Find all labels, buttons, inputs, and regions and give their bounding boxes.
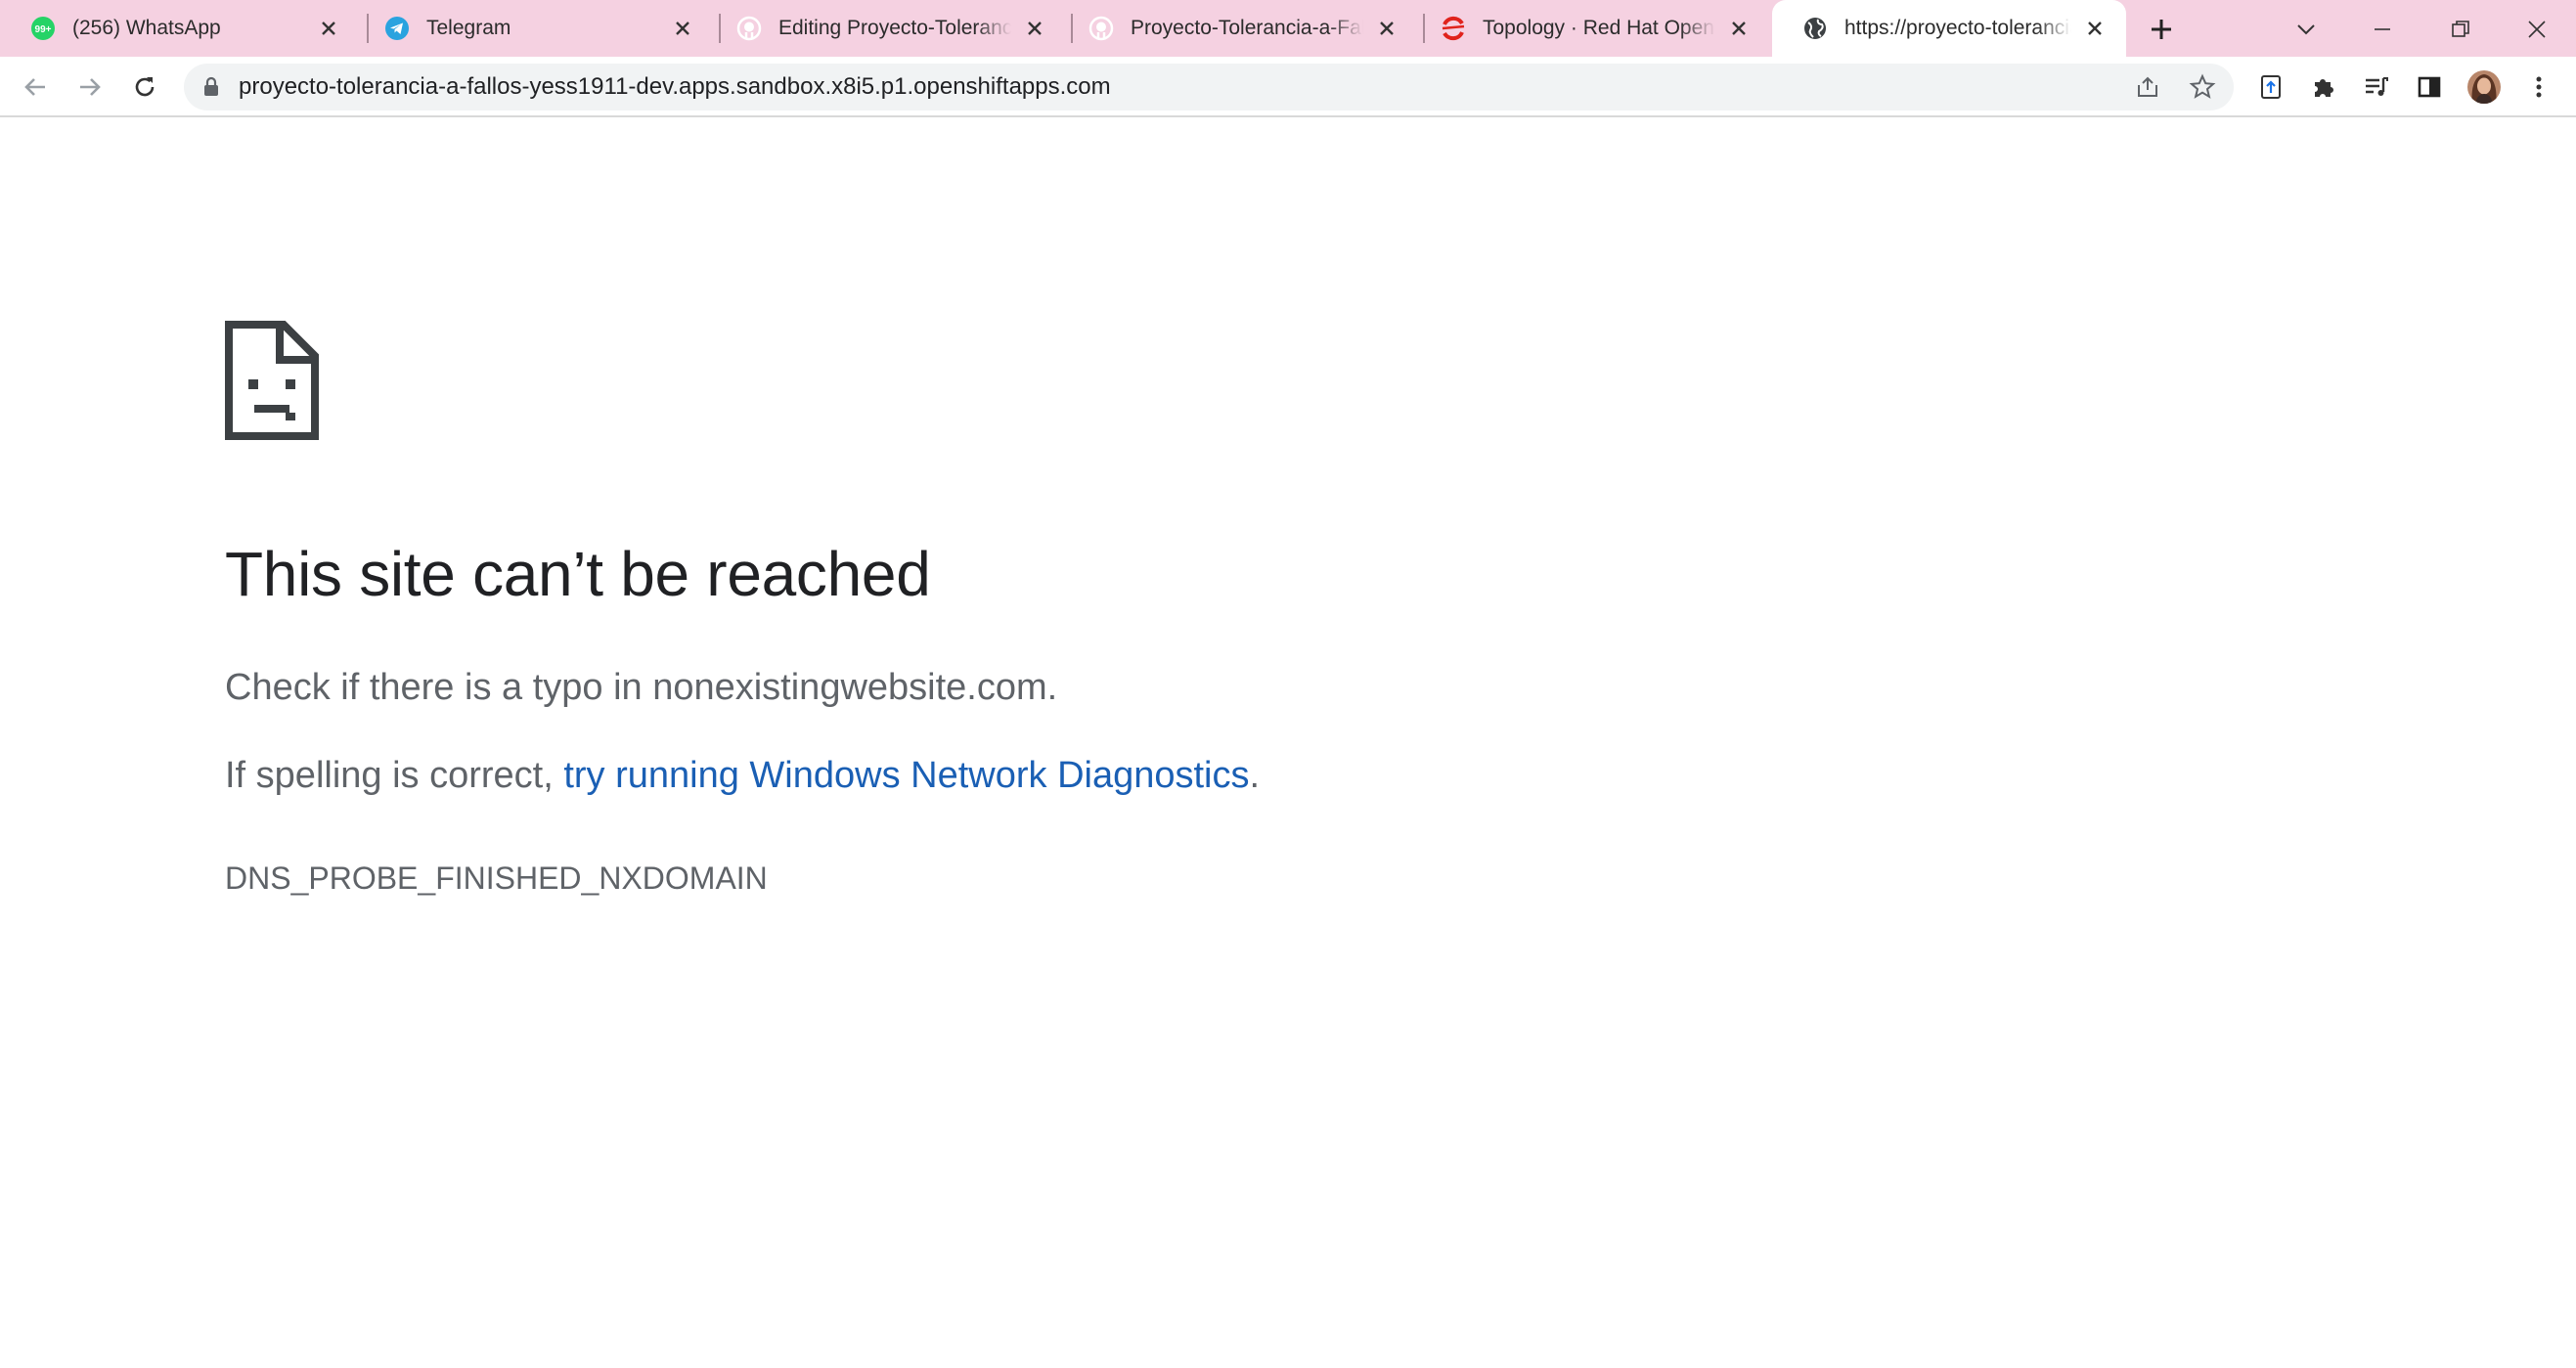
tab-title: https://proyecto-tolerancia-a-fallos <box>1844 17 2071 39</box>
error-title: This site can’t be reached <box>225 539 931 609</box>
tab-strip: 99+ (256) WhatsApp Telegram Editing Proy… <box>0 0 2576 57</box>
error-typo-hint: Check if there is a typo in nonexistingw… <box>225 667 1058 708</box>
minimize-icon[interactable] <box>2361 8 2404 51</box>
lock-icon[interactable] <box>198 73 225 101</box>
reload-button[interactable] <box>123 66 166 109</box>
close-tab-icon[interactable] <box>1373 15 1400 42</box>
tab-title: Proyecto-Tolerancia-a-Fallos <box>1131 17 1363 39</box>
browser-toolbar <box>0 57 2576 117</box>
close-window-icon[interactable] <box>2515 8 2558 51</box>
whatsapp-badge: 99+ <box>35 24 52 35</box>
tab-whatsapp[interactable]: 99+ (256) WhatsApp <box>0 0 360 57</box>
close-tab-icon[interactable] <box>1021 15 1048 42</box>
error-code: DNS_PROBE_FINISHED_NXDOMAIN <box>225 861 768 896</box>
share-icon[interactable] <box>2130 69 2165 105</box>
tab-active-proyecto[interactable]: https://proyecto-tolerancia-a-fallos <box>1772 0 2126 57</box>
back-button[interactable] <box>14 66 57 109</box>
address-bar[interactable] <box>184 64 2234 110</box>
close-tab-icon[interactable] <box>1725 15 1753 42</box>
menu-kebab-icon[interactable] <box>2517 66 2560 109</box>
tab-title: Telegram <box>426 17 511 39</box>
extensions-puzzle-icon[interactable] <box>2302 66 2345 109</box>
forward-button[interactable] <box>68 66 111 109</box>
tab-title: Topology · Red Hat OpenShift <box>1483 17 1715 39</box>
github-icon <box>1088 15 1115 42</box>
diagnostics-suffix: . <box>1249 755 1261 796</box>
bookmark-star-icon[interactable] <box>2185 69 2220 105</box>
side-panel-icon[interactable] <box>2408 66 2451 109</box>
openshift-icon <box>1440 15 1467 42</box>
telegram-icon <box>383 15 411 42</box>
globe-icon <box>1801 15 1829 42</box>
github-icon <box>735 15 763 42</box>
error-page: This site can’t be reached Check if ther… <box>0 119 2576 1368</box>
tab-github-repo[interactable]: Proyecto-Tolerancia-a-Fallos <box>1058 0 1418 57</box>
tab-title: Editing Proyecto-Tolerancia-a-Fallos <box>778 17 1011 39</box>
close-tab-icon[interactable] <box>2081 15 2109 42</box>
tab-editing-github[interactable]: Editing Proyecto-Tolerancia-a-Fallos <box>706 0 1066 57</box>
new-tab-button[interactable] <box>2140 8 2183 51</box>
restore-icon[interactable] <box>2439 8 2482 51</box>
close-tab-icon[interactable] <box>315 15 342 42</box>
tab-openshift-topology[interactable]: Topology · Red Hat OpenShift <box>1410 0 1770 57</box>
sad-page-icon <box>225 321 319 440</box>
download-extension-icon[interactable] <box>2249 66 2292 109</box>
error-diagnostics-line: If spelling is correct, try running Wind… <box>225 755 1260 797</box>
profile-avatar[interactable] <box>2463 66 2506 109</box>
tab-telegram[interactable]: Telegram <box>354 0 714 57</box>
tab-title: (256) WhatsApp <box>72 17 221 39</box>
close-tab-icon[interactable] <box>669 15 696 42</box>
network-diagnostics-link[interactable]: try running Windows Network Diagnostics <box>563 755 1249 796</box>
media-queue-icon[interactable] <box>2355 66 2398 109</box>
url-input[interactable] <box>239 64 2097 110</box>
tab-search-chevron-icon[interactable] <box>2285 8 2328 51</box>
whatsapp-icon: 99+ <box>29 15 57 42</box>
diagnostics-prefix: If spelling is correct, <box>225 755 564 796</box>
